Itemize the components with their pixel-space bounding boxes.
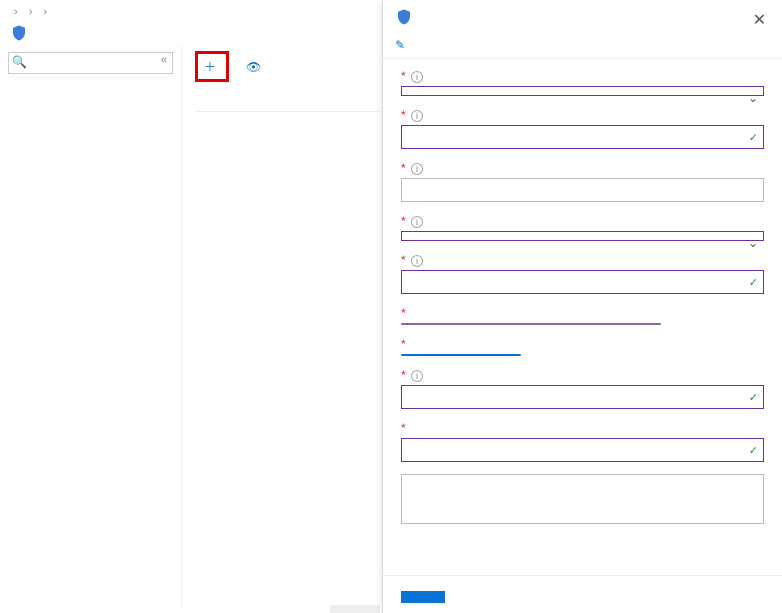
priority-input[interactable] [401,385,764,409]
add-rule-blade: ✕ ✎ * i ⌄ * i ✓ * i [382,0,782,613]
check-icon: ✓ [749,391,758,404]
search-input[interactable] [8,52,173,74]
shield-icon [395,8,413,26]
basic-tab[interactable]: ✎ [395,38,409,52]
info-icon[interactable]: i [411,255,423,267]
close-icon[interactable]: ✕ [749,8,770,32]
source-select[interactable] [401,86,764,96]
check-icon: ✓ [749,444,758,457]
submit-add-button[interactable] [401,591,445,603]
info-icon[interactable]: i [411,110,423,122]
default-rules-button[interactable]: 👁 [238,52,273,81]
search-icon: 🔍 [12,55,27,69]
nsg-icon [10,24,28,42]
check-icon: ✓ [749,131,758,144]
dest-port-input[interactable] [401,270,764,294]
info-icon[interactable]: i [411,163,423,175]
name-input[interactable] [401,438,764,462]
source-port-input[interactable] [401,178,764,202]
info-icon[interactable]: i [411,216,423,228]
protocol-group [401,323,661,325]
plus-icon: ＋ [204,58,216,75]
check-icon: ✓ [749,276,758,289]
resize-handle[interactable] [330,605,380,613]
source-ip-input[interactable] [401,125,764,149]
add-button[interactable]: ＋ [196,52,228,81]
description-textarea[interactable] [401,474,764,524]
sidebar: 🔍 « [0,46,182,607]
pencil-icon: ✎ [395,38,405,52]
info-icon[interactable]: i [411,370,423,382]
destination-select[interactable] [401,231,764,241]
action-group [401,354,521,356]
collapse-chevron-icon[interactable]: « [161,54,167,66]
eye-off-icon: 👁 [246,60,261,74]
info-icon[interactable]: i [411,71,423,83]
